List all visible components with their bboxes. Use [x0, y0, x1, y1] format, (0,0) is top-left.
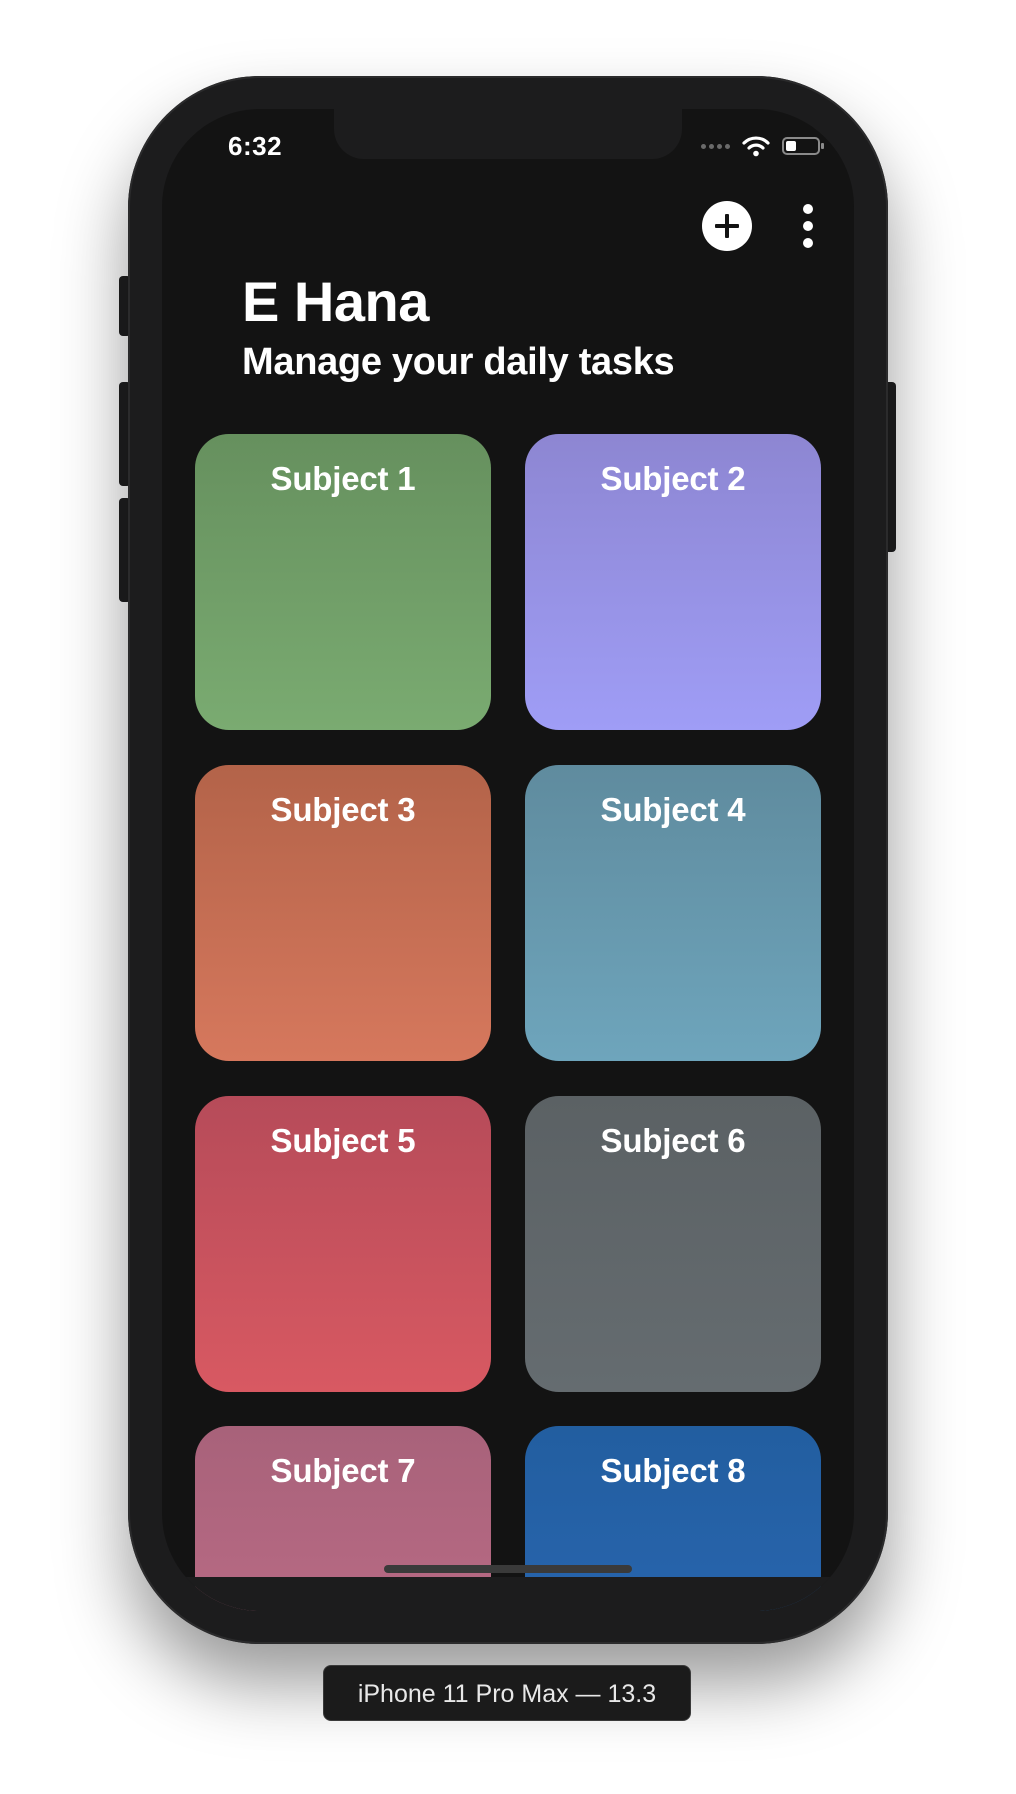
status-time: 6:32	[228, 131, 283, 161]
cellular-signal-icon	[701, 143, 730, 149]
subject-card-label: Subject 1	[270, 460, 416, 497]
more-options-button[interactable]	[796, 201, 820, 251]
subject-card-label: Subject 3	[270, 791, 416, 828]
subject-card-label: Subject 7	[270, 1452, 416, 1489]
notch	[334, 109, 682, 159]
subject-card-label: Subject 4	[600, 791, 746, 828]
simulator-stage: 6:32 E Hana Manage your daily tasks Subj…	[0, 0, 1016, 1794]
subject-card-label: Subject 6	[600, 1122, 746, 1159]
subject-card-label: Subject 2	[600, 460, 746, 497]
add-subject-button[interactable]	[702, 201, 752, 251]
app-subtitle: Manage your daily tasks	[242, 341, 675, 383]
subject-card[interactable]: Subject 6	[525, 1096, 821, 1392]
subject-card-label: Subject 8	[600, 1452, 746, 1489]
battery-icon	[782, 137, 824, 155]
subject-card[interactable]: Subject 2	[525, 434, 821, 730]
app-screen: 6:32 E Hana Manage your daily tasks Subj…	[162, 109, 854, 1611]
plus-circle-icon	[715, 214, 739, 238]
home-indicator[interactable]	[384, 1565, 632, 1573]
subject-card[interactable]: Subject 4	[525, 765, 821, 1061]
more-vertical-icon	[803, 204, 813, 248]
app-title: E Hana	[242, 270, 429, 333]
subject-card[interactable]: Subject 3	[195, 765, 491, 1061]
subject-card[interactable]: Subject 1	[195, 434, 491, 730]
wifi-icon	[742, 136, 770, 157]
status-icons	[701, 135, 824, 157]
screen-bottom-bezel	[162, 1577, 854, 1611]
simulator-device-label: iPhone 11 Pro Max — 13.3	[323, 1665, 691, 1721]
subject-card[interactable]: Subject 5	[195, 1096, 491, 1392]
subject-card-label: Subject 5	[270, 1122, 416, 1159]
